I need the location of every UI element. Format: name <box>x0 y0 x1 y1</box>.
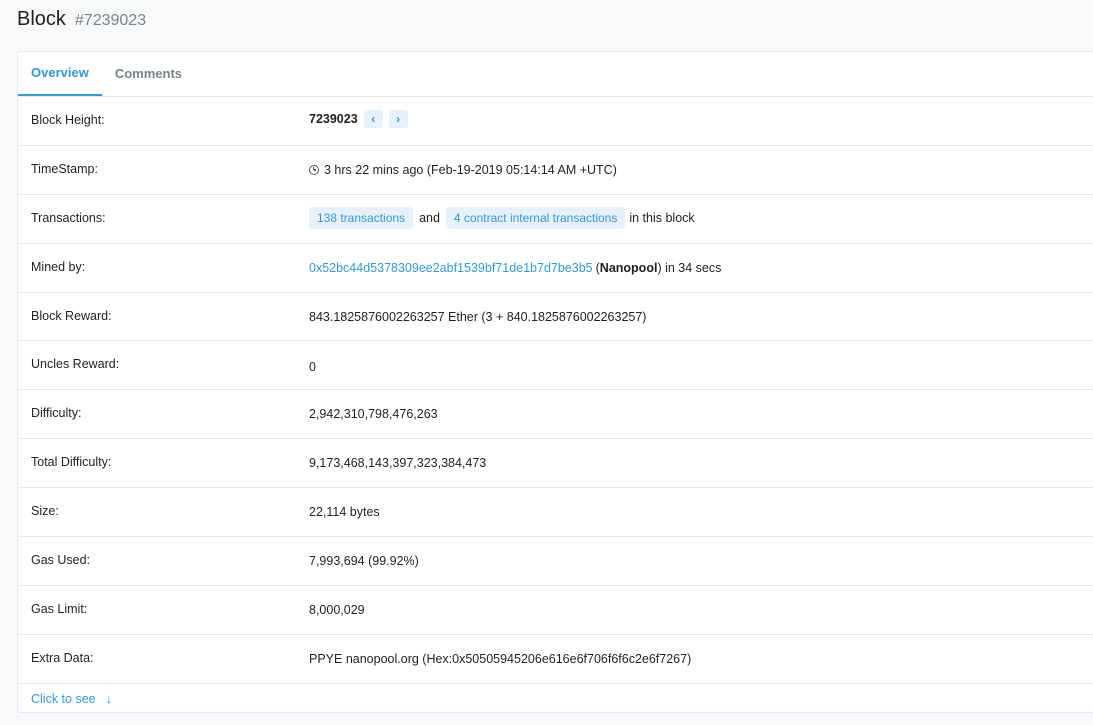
internal-transactions-link[interactable]: 4 contract internal transactions <box>445 206 626 229</box>
timestamp-label: TimeStamp: <box>31 161 98 176</box>
row-block-reward: Block Reward: 843.1825876002263257 Ether… <box>18 293 1093 342</box>
arrow-down-icon: ↓ <box>105 691 113 706</box>
chevron-right-icon[interactable]: › <box>388 110 408 128</box>
gas-limit-value: 8,000,029 <box>309 602 365 617</box>
block-reward-value: 843.1825876002263257 Ether (3 + 840.1825… <box>309 309 647 324</box>
extra-data-value: PPYE nanopool.org (Hex:0x50505945206e616… <box>309 651 692 666</box>
row-size: Size: 22,114 bytes <box>18 488 1093 538</box>
block-height-value-group: 7239023 ‹ › <box>309 110 408 128</box>
mined-by-label: Mined by: <box>31 259 86 274</box>
and-text: and <box>419 210 440 225</box>
click-to-see-label: Click to see <box>31 691 96 706</box>
clock-icon <box>309 164 319 175</box>
row-transactions: Transactions: 138 transactions and 4 con… <box>18 195 1093 244</box>
difficulty-label: Difficulty: <box>31 406 82 421</box>
row-uncles-reward: Uncles Reward: 0 <box>18 341 1093 391</box>
size-label: Size: <box>31 504 59 519</box>
block-overview-card: Overview Comments Block Height: 7239023 … <box>17 51 1093 713</box>
transactions-label: Transactions: <box>31 210 106 225</box>
row-total-difficulty: Total Difficulty: 9,173,468,143,397,323,… <box>18 439 1093 489</box>
extra-data-label: Extra Data: <box>31 650 94 665</box>
row-gas-used: Gas Used: 7,993,694 (99.92%) <box>18 537 1093 586</box>
block-height-label: Block Height: <box>31 113 105 127</box>
mined-by-value-group: 0x52bc44d5378309ee2abf1539bf71de1b7d7be3… <box>309 261 721 275</box>
tab-bar: Overview Comments <box>18 52 1093 97</box>
pool-name: Nanopool <box>599 260 658 275</box>
row-mined-by: Mined by: 0x52bc44d5378309ee2abf1539bf71… <box>18 244 1093 293</box>
timestamp-value: 3 hrs 22 mins ago (Feb-19-2019 05:14:14 … <box>324 162 617 177</box>
block-reward-label: Block Reward: <box>31 308 112 323</box>
transactions-value-group: 138 transactions and 4 contract internal… <box>309 206 695 229</box>
transactions-link[interactable]: 138 transactions <box>309 206 414 229</box>
uncles-reward-value: 0 <box>309 360 316 375</box>
timestamp-value-group: 3 hrs 22 mins ago (Feb-19-2019 05:14:14 … <box>309 163 617 177</box>
difficulty-value: 2,942,310,798,476,263 <box>309 407 438 422</box>
tab-comments[interactable]: Comments <box>102 52 195 96</box>
block-height-value: 7239023 <box>309 112 358 126</box>
page-title: Block <box>17 8 66 30</box>
chevron-left-icon[interactable]: ‹ <box>363 110 383 128</box>
total-difficulty-value: 9,173,468,143,397,323,384,473 <box>309 456 487 471</box>
transactions-suffix: in this block <box>629 210 695 225</box>
size-value: 22,114 bytes <box>309 505 380 520</box>
miner-address-link[interactable]: 0x52bc44d5378309ee2abf1539bf71de1b7d7be3… <box>309 261 593 275</box>
block-number-subtitle: #7239023 <box>74 12 147 29</box>
gas-used-value: 7,993,694 (99.92%) <box>309 554 419 569</box>
row-block-height: Block Height: 7239023 ‹ › <box>18 97 1093 146</box>
block-details: Block Height: 7239023 ‹ › TimeStamp: 3 h… <box>18 97 1093 684</box>
gas-limit-label: Gas Limit: <box>31 601 88 616</box>
row-gas-limit: Gas Limit: 8,000,029 <box>18 586 1093 635</box>
gas-used-label: Gas Used: <box>31 553 91 568</box>
row-extra-data: Extra Data: PPYE nanopool.org (Hex:0x505… <box>18 635 1093 684</box>
uncles-reward-label: Uncles Reward: <box>31 357 120 372</box>
total-difficulty-label: Total Difficulty: <box>31 455 112 470</box>
page-header: Block #7239023 <box>17 8 146 31</box>
mined-by-suffix: ) in 34 secs <box>657 260 722 275</box>
row-difficulty: Difficulty: 2,942,310,798,476,263 <box>18 390 1093 440</box>
row-timestamp: TimeStamp: 3 hrs 22 mins ago (Feb-19-201… <box>18 146 1093 195</box>
tab-overview[interactable]: Overview <box>18 52 102 96</box>
click-to-see-link[interactable]: Click to see ↓ <box>31 691 112 706</box>
